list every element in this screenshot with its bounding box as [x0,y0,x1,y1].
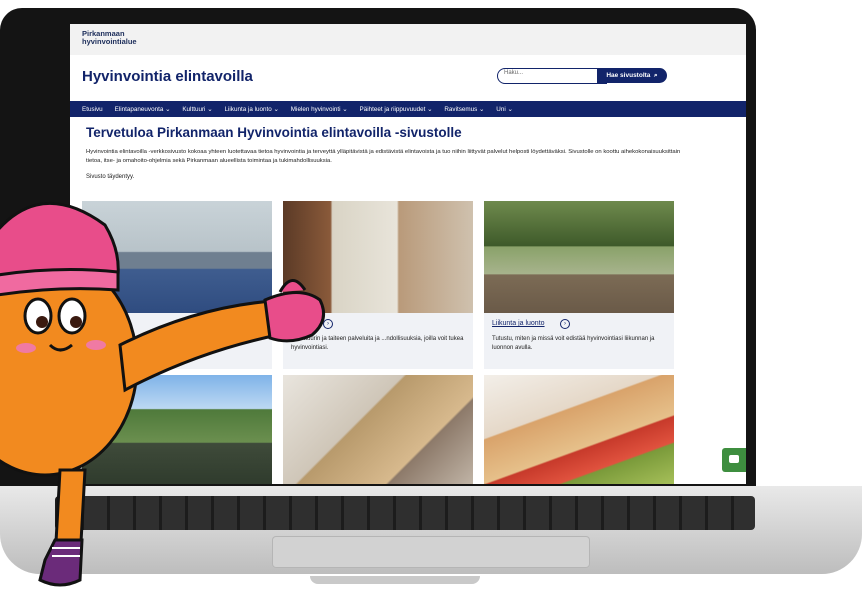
arrow-circle-icon: › [323,319,333,329]
nav-item-kulttuuri[interactable]: Kulttuuri ⌄ [182,106,212,113]
search-button[interactable]: Hae sivustolta ⌕ [597,68,667,83]
laptop-screen: Pirkanmaan hyvinvointialue Hyvinvointia … [70,24,746,484]
card-image [283,201,473,313]
touchpad [272,536,590,568]
card-image [82,201,272,313]
page-title: Tervetuloa Pirkanmaan Hyvinvointia elint… [86,125,462,140]
nav-item-etusivu[interactable]: Etusivu [82,106,103,113]
card-image [484,201,674,313]
chat-button[interactable] [722,448,746,472]
card-description: ...kulttuurin ja taiteen palveluita ja .… [291,336,464,351]
laptop-base [0,486,862,574]
topic-card-paihteet[interactable] [283,375,473,484]
main-content: Tervetuloa Pirkanmaan Hyvinvointia elint… [70,117,746,484]
card-description: Tutustu, miten ja missä voit edistää hyv… [492,336,655,351]
search-button-label: Hae sivustolta [606,72,651,79]
search-icon: ⌕ [652,72,658,79]
nav-item-mielen-hyvinvointi[interactable]: Mielen hyvinvointi ⌄ [291,106,348,113]
main-nav: Etusivu Elintapaneuvonta ⌄ Kulttuuri ⌄ L… [70,101,746,117]
topic-card-mielen-hyvinvointi[interactable] [82,375,272,484]
nav-item-liikunta[interactable]: Liikunta ja luonto ⌄ [225,106,279,113]
intro-text: Hyvinvointia elintavoilla -verkkosivusto… [86,149,681,164]
site-header: Hyvinvointia elintavoilla Haku... Hae si… [70,55,746,101]
site-title[interactable]: Hyvinvointia elintavoilla [82,68,253,85]
card-link[interactable]: ...neuvonta [90,320,125,327]
card-image [283,375,473,484]
laptop-hinge [310,576,480,584]
nav-item-ravitsemus[interactable]: Ravitsemus ⌄ [444,106,484,113]
card-image [82,375,272,484]
keyboard [55,496,755,530]
nav-item-elintapaneuvonta[interactable]: Elintapaneuvonta ⌄ [115,106,171,113]
brand-logo[interactable]: Pirkanmaan hyvinvointialue [82,30,137,46]
chat-icon [729,455,739,463]
arrow-circle-icon: › [560,319,570,329]
card-image [484,375,674,484]
card-link[interactable]: ... [291,320,297,327]
topic-card-kulttuuri[interactable]: ... › ...kulttuurin ja taiteen palveluit… [283,201,473,369]
site-note: Sivusto täydentyy. [86,174,135,180]
topic-card-liikunta[interactable]: Liikunta ja luonto › Tutustu, miten ja m… [484,201,674,369]
topic-card-ravitsemus[interactable] [484,375,674,484]
topic-card-elintapaneuvonta[interactable]: ...neuvonta ... [82,201,272,369]
search-input[interactable]: Haku... [497,68,607,84]
nav-item-uni[interactable]: Uni ⌄ [496,106,512,113]
top-bar: Pirkanmaan hyvinvointialue [70,24,746,55]
nav-item-paihteet[interactable]: Päihteet ja riippuvuudet ⌄ [360,106,433,113]
logo-line-2: hyvinvointialue [82,37,137,46]
card-link[interactable]: Liikunta ja luonto [492,320,545,327]
card-description: ... [90,336,96,342]
